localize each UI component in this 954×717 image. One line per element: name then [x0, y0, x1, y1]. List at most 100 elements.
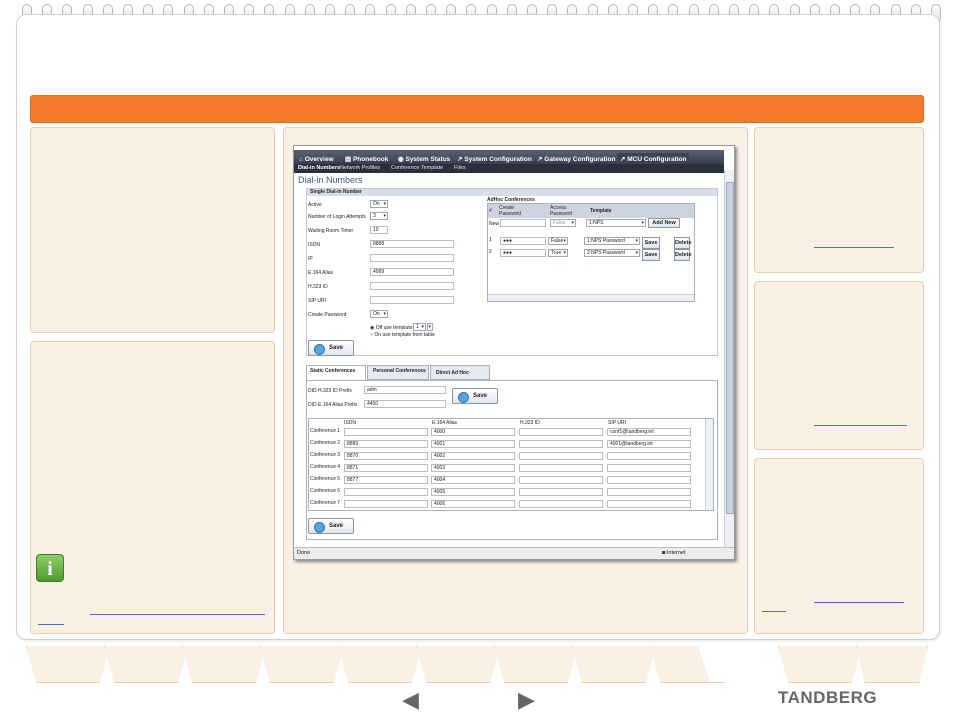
h323-input[interactable] — [370, 282, 454, 290]
reference-link[interactable] — [90, 614, 265, 615]
window-scrollbar-thumb[interactable] — [726, 182, 734, 514]
tab-static-conferences[interactable]: Static Conferences — [306, 365, 366, 380]
conference-row-sip[interactable]: conf1@tandberg.int — [607, 428, 691, 436]
right-panel-1 — [754, 127, 924, 273]
section-tab-active[interactable] — [698, 646, 782, 682]
section-tab[interactable] — [778, 646, 862, 683]
login-attempts-select[interactable]: 3 — [370, 212, 388, 220]
adhoc-row-password[interactable]: ●●● — [500, 249, 546, 257]
save-icon — [314, 344, 325, 355]
conference-row-isdn[interactable]: 8877 — [344, 476, 428, 484]
sip-input[interactable] — [370, 296, 454, 304]
conference-row-e164[interactable]: 4002 — [431, 452, 515, 460]
adhoc-row-template-select[interactable]: 2:NPS Password — [584, 249, 640, 257]
section-tab[interactable] — [260, 646, 344, 683]
template-select[interactable]: 1 — [413, 323, 426, 331]
adhoc-row-access-select[interactable]: False — [548, 237, 568, 245]
section-tab[interactable] — [26, 646, 110, 683]
tandberg-logo: TANDBERG — [778, 688, 878, 707]
adhoc-new-password[interactable] — [500, 219, 546, 227]
conference-row-name: Conference 4 — [310, 464, 341, 470]
conference-row-h323[interactable] — [519, 488, 603, 496]
section-tab[interactable] — [494, 646, 578, 683]
create-password-select[interactable]: On — [370, 310, 388, 318]
isdn-input[interactable]: 8888 — [370, 240, 454, 248]
h323-label: H.323 ID — [308, 284, 328, 290]
adhoc-row-save-button[interactable]: Save — [642, 249, 660, 261]
did-h323-prefix-label: DID H.323 ID Prefix — [308, 388, 352, 394]
subtab-dial-in-numbers[interactable]: Dial-in Numbers — [298, 164, 340, 173]
did-h323-prefix-input[interactable]: adm — [364, 386, 446, 394]
conference-row-isdn[interactable] — [344, 428, 428, 436]
adhoc-add-new-button[interactable]: Add New — [648, 218, 680, 228]
radio-on-use-template-table[interactable]: ○ On use template from table — [370, 332, 435, 338]
single-save-button[interactable]: Save — [308, 340, 354, 356]
conference-row-e164[interactable]: 4003 — [431, 464, 515, 472]
conference-row-sip[interactable] — [607, 488, 691, 496]
ip-input[interactable] — [370, 254, 454, 262]
adhoc-row-template-select[interactable]: 1:NPS Password — [584, 237, 640, 245]
waiting-timer-input[interactable]: 10 — [370, 226, 388, 234]
section-tab[interactable] — [338, 646, 422, 683]
section-tab[interactable] — [856, 646, 928, 683]
adhoc-row-delete-button[interactable]: Delete — [674, 249, 692, 261]
section-tab[interactable] — [572, 646, 656, 683]
conference-row-h323[interactable] — [519, 428, 603, 436]
right-link-3[interactable] — [814, 602, 904, 603]
reference-link-continued[interactable] — [38, 624, 64, 625]
tab-direct-ad-hoc[interactable]: Direct Ad Hoc — [430, 365, 490, 380]
conference-row-isdn[interactable]: 8871 — [344, 464, 428, 472]
adhoc-row-save-button[interactable]: Save — [642, 237, 660, 249]
conference-row-e164[interactable]: 4001 — [431, 440, 515, 448]
e164-input[interactable]: 4999 — [370, 268, 454, 276]
conference-row-isdn[interactable] — [344, 488, 428, 496]
active-select[interactable]: On — [370, 200, 388, 208]
single-dial-in-heading: Single Dial-in Number — [307, 189, 717, 196]
conference-row-h323[interactable] — [519, 440, 603, 448]
subtab-conference-template[interactable]: Conference Template — [391, 164, 443, 173]
conference-row-sip[interactable] — [607, 500, 691, 508]
template-select-arrow[interactable] — [427, 323, 433, 331]
adhoc-row-delete-button[interactable]: Delete — [674, 237, 692, 249]
conference-row-isdn[interactable]: 8889 — [344, 440, 428, 448]
info-icon: i — [36, 554, 64, 582]
conference-row-sip[interactable] — [607, 452, 691, 460]
section-tab[interactable] — [416, 646, 500, 683]
right-link-2[interactable] — [814, 425, 907, 426]
conference-row-e164[interactable]: 4004 — [431, 476, 515, 484]
adhoc-new-access-select[interactable]: False — [550, 219, 576, 227]
adhoc-row-password[interactable]: ●●● — [500, 237, 546, 245]
conference-row-h323[interactable] — [519, 476, 603, 484]
conference-row-isdn[interactable] — [344, 500, 428, 508]
tab-personal-conferences[interactable]: Personal Conferences — [367, 365, 429, 380]
adhoc-horizontal-scrollbar[interactable] — [488, 294, 694, 301]
adhoc-row-number: 2 — [489, 249, 492, 255]
conference-row-e164[interactable]: 4006 — [431, 500, 515, 508]
window-scrollbar[interactable] — [724, 170, 734, 550]
conference-table-scrollbar[interactable] — [705, 419, 713, 510]
previous-page-arrow-icon[interactable]: ◀ — [402, 689, 419, 711]
subtab-files[interactable]: Files — [454, 164, 466, 173]
conference-row-h323[interactable] — [519, 464, 603, 472]
conference-row-h323[interactable] — [519, 500, 603, 508]
radio-off-use-template[interactable]: ◉ Off use template: — [370, 325, 414, 331]
section-tab[interactable] — [104, 646, 188, 683]
conference-row-sip[interactable] — [607, 464, 691, 472]
subtab-network-profiles[interactable]: Network Profiles — [340, 164, 380, 173]
conference-row-sip[interactable]: 4001@tandberg.int — [607, 440, 691, 448]
conference-save-button[interactable]: Save — [308, 518, 354, 534]
conference-row-h323[interactable] — [519, 452, 603, 460]
conference-row-e164[interactable]: 4005 — [431, 488, 515, 496]
did-e164-prefix-input[interactable]: 4450 — [364, 400, 446, 408]
next-page-arrow-icon[interactable]: ▶ — [518, 689, 535, 711]
adhoc-new-template-select[interactable]: 1:NPS — [586, 219, 646, 227]
conference-row-isdn[interactable]: 8870 — [344, 452, 428, 460]
prefix-save-button[interactable]: Save — [452, 388, 498, 404]
section-tab[interactable] — [182, 646, 266, 683]
conference-row-e164[interactable]: 4000 — [431, 428, 515, 436]
waiting-timer-label: Waiting Room Timer — [308, 228, 354, 234]
right-link-3-continued[interactable] — [762, 611, 786, 612]
adhoc-row-access-select[interactable]: True — [548, 249, 568, 257]
conference-row-sip[interactable] — [607, 476, 691, 484]
right-link-1[interactable] — [814, 247, 894, 248]
